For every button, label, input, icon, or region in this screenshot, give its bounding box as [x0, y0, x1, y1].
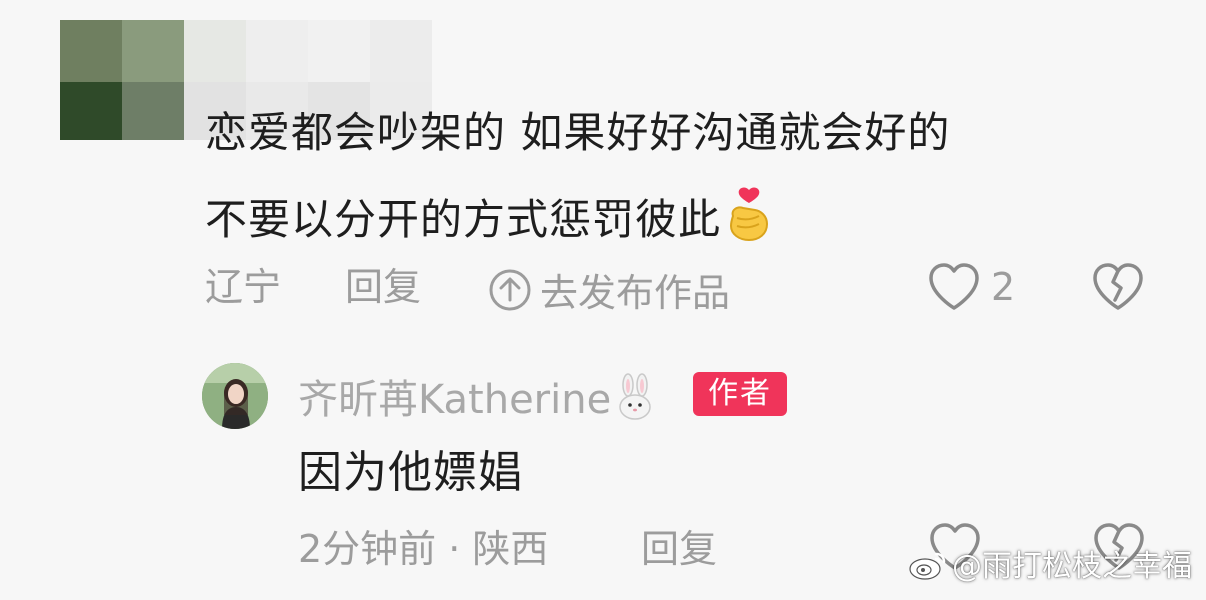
avatar[interactable]: [202, 363, 268, 429]
reply-reply-button[interactable]: 回复: [641, 530, 717, 568]
up-arrow-circle-icon: [488, 268, 532, 312]
finger-heart-icon: [725, 186, 773, 249]
reply-button[interactable]: 回复: [345, 268, 421, 306]
reply-meta-row: 2分钟前 · 陕西 回复: [298, 527, 717, 571]
broken-heart-icon: [1093, 263, 1143, 310]
comment-thread: 恋爱都会吵架的 如果好好沟通就会好的 不要以分开的方式惩罚彼此 辽宁 回复 去发…: [0, 0, 1206, 600]
like-count: 2: [991, 265, 1016, 309]
comment-text-line-2: 不要以分开的方式惩罚彼此: [205, 186, 773, 249]
watermark-text: @雨打松枝之幸福: [952, 549, 1192, 584]
heart-outline-icon: [929, 263, 979, 310]
rabbit-icon: [615, 373, 655, 428]
dislike-button[interactable]: [1091, 262, 1145, 318]
post-work-label: 去发布作品: [540, 271, 731, 315]
watermark: @雨打松枝之幸福: [908, 548, 1192, 588]
weibo-logo-icon: [908, 548, 948, 588]
post-work-button[interactable]: 去发布作品: [488, 268, 730, 312]
comment-meta-row: 辽宁 回复 去发布作品 2: [205, 263, 1165, 318]
author-badge: 作者: [693, 372, 787, 416]
comment-text-line-1: 恋爱都会吵架的 如果好好沟通就会好的: [205, 108, 951, 157]
author-name-text: 齐昕苒Katherine: [298, 377, 612, 423]
comment-location: 辽宁: [205, 265, 282, 309]
like-button[interactable]: [927, 262, 981, 318]
author-name[interactable]: 齐昕苒Katherine: [298, 373, 655, 428]
reply-text: 因为他嫖娼: [298, 447, 523, 498]
comment-text-line-2-text: 不要以分开的方式惩罚彼此: [205, 195, 722, 244]
reply-time-location: 2分钟前 · 陕西: [298, 527, 549, 571]
